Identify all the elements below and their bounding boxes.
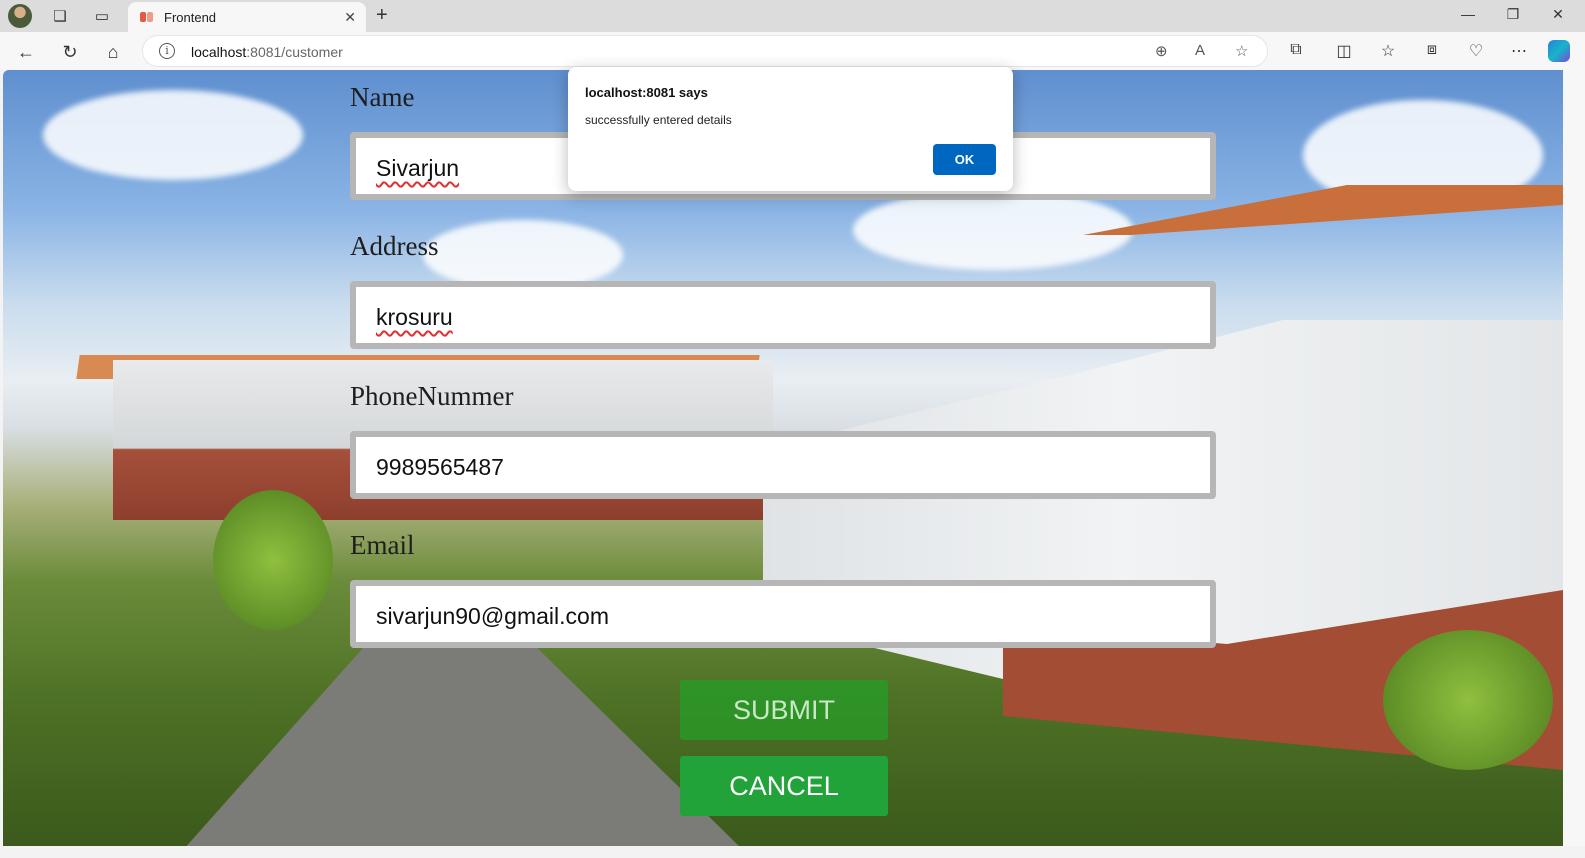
site-info-icon[interactable]: i	[159, 43, 175, 59]
read-aloud-icon[interactable]: A	[1195, 42, 1205, 59]
cloud-image	[853, 190, 1133, 270]
extensions-icon[interactable]: ⧉	[1285, 41, 1307, 59]
new-tab-button[interactable]: +	[376, 4, 388, 27]
ok-button[interactable]: OK	[933, 144, 996, 175]
address-bar[interactable]: i localhost:8081/customer ⊕ A ☆	[142, 35, 1268, 67]
tab-close-icon[interactable]: ✕	[344, 9, 356, 26]
tab-title: Frontend	[164, 9, 217, 25]
tree-image	[1383, 630, 1553, 770]
tree-image	[213, 490, 333, 630]
browser-toolbar: ← ↻ ⌂ i localhost:8081/customer ⊕ A ☆ ⧉ …	[0, 32, 1585, 70]
restore-button[interactable]: ❐	[1503, 6, 1523, 23]
favicon-icon	[140, 10, 154, 24]
tab-strip: ❏ ▭ Frontend ✕ + — ❐ ✕	[0, 0, 1585, 32]
address-input[interactable]: krosuru	[350, 281, 1216, 349]
page-scrollbar[interactable]	[1563, 70, 1585, 846]
more-options-icon[interactable]: ⋯	[1508, 41, 1530, 61]
url-text[interactable]: localhost:8081/customer	[191, 44, 343, 60]
vertical-tabs-icon[interactable]: ▭	[90, 4, 114, 28]
phone-label: PhoneNummer	[350, 381, 514, 411]
workspaces-icon[interactable]: ❏	[48, 4, 72, 28]
submit-button[interactable]: SUBMIT	[680, 680, 888, 740]
browser-essentials-icon[interactable]: ♡	[1465, 41, 1487, 61]
cancel-button[interactable]: CANCEL	[680, 756, 888, 816]
walkway-image	[183, 630, 743, 846]
profile-avatar[interactable]	[8, 4, 32, 28]
alert-title: localhost:8081 says	[585, 85, 708, 100]
copilot-icon[interactable]	[1548, 40, 1570, 62]
favorite-star-icon[interactable]: ☆	[1235, 42, 1248, 60]
minimize-button[interactable]: —	[1458, 6, 1478, 22]
cloud-image	[43, 90, 303, 180]
collections-icon[interactable]: ⧈	[1421, 41, 1443, 59]
tab-frontend[interactable]: Frontend ✕	[128, 2, 366, 32]
email-label: Email	[350, 530, 415, 560]
favorites-icon[interactable]: ☆	[1377, 41, 1399, 61]
alert-message: successfully entered details	[585, 113, 732, 127]
home-icon[interactable]: ⌂	[101, 40, 125, 64]
split-screen-icon[interactable]: ◫	[1333, 41, 1355, 61]
back-arrow-icon[interactable]: ←	[14, 40, 38, 64]
phone-input[interactable]: 9989565487	[350, 431, 1216, 499]
address-label: Address	[350, 231, 439, 261]
refresh-icon[interactable]: ↻	[58, 40, 82, 64]
cloud-image	[423, 220, 623, 290]
zoom-icon[interactable]: ⊕	[1155, 42, 1168, 60]
alert-dialog: localhost:8081 says successfully entered…	[568, 67, 1013, 191]
name-label: Name	[350, 82, 415, 112]
close-window-button[interactable]: ✕	[1548, 6, 1568, 23]
email-input[interactable]: sivarjun90@gmail.com	[350, 580, 1216, 648]
